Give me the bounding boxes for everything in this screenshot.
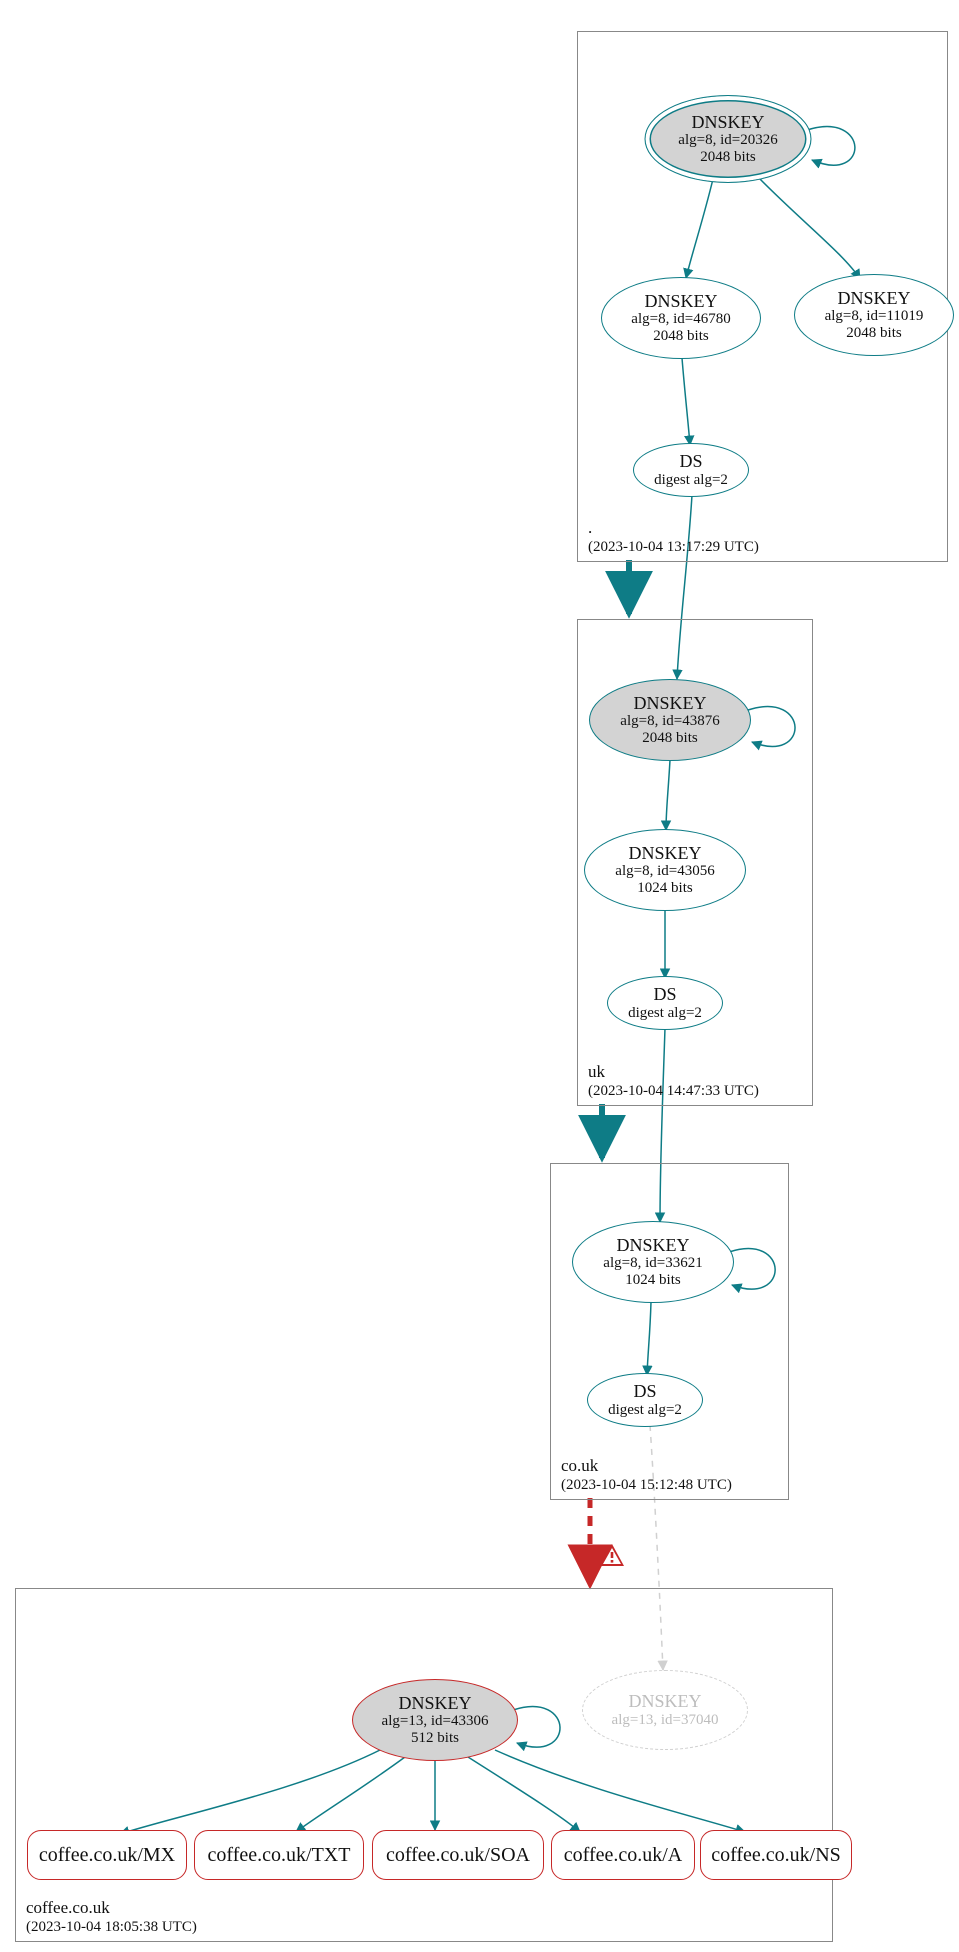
node-root-ds-title: DS <box>679 452 702 472</box>
zone-root-label: . (2023-10-04 13:17:29 UTC) <box>588 517 759 557</box>
node-rr-a-label: coffee.co.uk/A <box>564 1844 682 1866</box>
zone-root-name: . <box>588 517 759 538</box>
node-root-zsk-sub1: alg=8, id=46780 <box>631 311 730 328</box>
zone-couk: co.uk (2023-10-04 15:12:48 UTC) <box>550 1163 789 1500</box>
node-uk-zsk-title: DNSKEY <box>628 844 701 864</box>
node-uk-ksk-title: DNSKEY <box>633 694 706 714</box>
zone-uk-label: uk (2023-10-04 14:47:33 UTC) <box>588 1061 759 1101</box>
node-uk-zsk-sub2: 1024 bits <box>637 880 692 897</box>
node-couk-ds-title: DS <box>633 1382 656 1402</box>
node-rr-ns: coffee.co.uk/NS <box>700 1830 852 1880</box>
node-root-ksk-sub2: 2048 bits <box>700 149 755 166</box>
node-couk-key-sub1: alg=8, id=33621 <box>603 1255 702 1272</box>
node-root-zsk: DNSKEY alg=8, id=46780 2048 bits <box>601 277 761 359</box>
node-coffee-key: DNSKEY alg=13, id=43306 512 bits <box>352 1679 518 1761</box>
zone-couk-label: co.uk (2023-10-04 15:12:48 UTC) <box>561 1455 732 1495</box>
zone-coffee-timestamp: (2023-10-04 18:05:38 UTC) <box>26 1918 197 1937</box>
node-root-ksk: DNSKEY alg=8, id=20326 2048 bits <box>645 95 812 183</box>
node-root-other-sub2: 2048 bits <box>846 325 901 342</box>
node-root-other-title: DNSKEY <box>837 289 910 309</box>
node-couk-key-sub2: 1024 bits <box>625 1272 680 1289</box>
node-uk-zsk-sub1: alg=8, id=43056 <box>615 863 714 880</box>
node-root-other-sub1: alg=8, id=11019 <box>825 308 924 325</box>
node-rr-soa: coffee.co.uk/SOA <box>372 1830 544 1880</box>
node-uk-zsk: DNSKEY alg=8, id=43056 1024 bits <box>584 829 746 911</box>
zone-uk-timestamp: (2023-10-04 14:47:33 UTC) <box>588 1082 759 1101</box>
node-root-ksk-title: DNSKEY <box>691 113 764 133</box>
node-couk-ds-sub1: digest alg=2 <box>608 1402 682 1419</box>
node-rr-mx: coffee.co.uk/MX <box>27 1830 187 1880</box>
node-root-zsk-title: DNSKEY <box>644 292 717 312</box>
node-rr-a: coffee.co.uk/A <box>551 1830 695 1880</box>
node-rr-soa-label: coffee.co.uk/SOA <box>386 1844 530 1866</box>
node-uk-ksk-sub2: 2048 bits <box>642 730 697 747</box>
warning-icon <box>599 1543 625 1567</box>
node-root-ds: DS digest alg=2 <box>633 443 749 497</box>
zone-coffee: coffee.co.uk (2023-10-04 18:05:38 UTC) <box>15 1588 833 1942</box>
zone-coffee-label: coffee.co.uk (2023-10-04 18:05:38 UTC) <box>26 1897 197 1937</box>
node-rr-ns-label: coffee.co.uk/NS <box>711 1844 841 1866</box>
node-couk-key: DNSKEY alg=8, id=33621 1024 bits <box>572 1221 734 1303</box>
node-couk-key-title: DNSKEY <box>616 1236 689 1256</box>
node-coffee-key-sub1: alg=13, id=43306 <box>382 1713 489 1730</box>
dnsviz-diagram: . (2023-10-04 13:17:29 UTC) uk (2023-10-… <box>0 0 959 1952</box>
node-uk-ksk: DNSKEY alg=8, id=43876 2048 bits <box>589 679 751 761</box>
node-uk-ds-title: DS <box>653 985 676 1005</box>
node-coffee-key-title: DNSKEY <box>398 1694 471 1714</box>
zone-coffee-name: coffee.co.uk <box>26 1897 197 1918</box>
node-couk-ds: DS digest alg=2 <box>587 1373 703 1427</box>
node-coffee-ghost-title: DNSKEY <box>628 1692 701 1712</box>
node-root-ds-sub1: digest alg=2 <box>654 472 728 489</box>
node-rr-txt-label: coffee.co.uk/TXT <box>208 1844 351 1866</box>
node-uk-ksk-sub1: alg=8, id=43876 <box>620 713 719 730</box>
zone-uk-name: uk <box>588 1061 759 1082</box>
zone-couk-timestamp: (2023-10-04 15:12:48 UTC) <box>561 1476 732 1495</box>
node-root-ksk-sub1: alg=8, id=20326 <box>678 132 777 149</box>
node-root-other: DNSKEY alg=8, id=11019 2048 bits <box>794 274 954 356</box>
node-uk-ds-sub1: digest alg=2 <box>628 1005 702 1022</box>
node-uk-ds: DS digest alg=2 <box>607 976 723 1030</box>
node-coffee-ghost: DNSKEY alg=13, id=37040 <box>582 1670 748 1750</box>
zone-couk-name: co.uk <box>561 1455 732 1476</box>
node-rr-mx-label: coffee.co.uk/MX <box>39 1844 175 1866</box>
node-rr-txt: coffee.co.uk/TXT <box>194 1830 364 1880</box>
node-root-zsk-sub2: 2048 bits <box>653 328 708 345</box>
node-coffee-key-sub2: 512 bits <box>411 1730 459 1747</box>
zone-root-timestamp: (2023-10-04 13:17:29 UTC) <box>588 538 759 557</box>
node-coffee-ghost-sub1: alg=13, id=37040 <box>612 1712 719 1729</box>
